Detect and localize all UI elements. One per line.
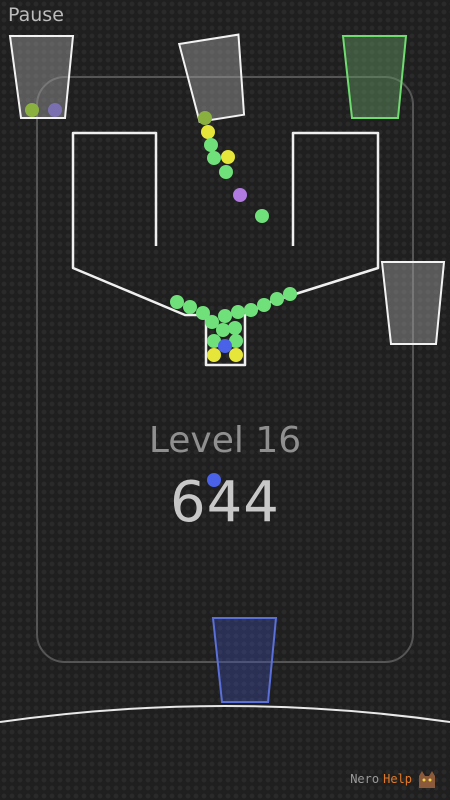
watermark-text-part1: Nero <box>350 772 380 786</box>
cup-right <box>380 261 446 345</box>
cup-top-center <box>177 33 246 123</box>
ball <box>207 151 221 165</box>
ball <box>207 348 221 362</box>
ball <box>183 300 197 314</box>
score-counter: 644 <box>170 470 280 535</box>
ball <box>218 309 232 323</box>
ball <box>25 103 39 117</box>
game-board[interactable] <box>0 0 450 800</box>
level-label: Level 16 <box>148 420 302 461</box>
settled-balls <box>170 287 297 362</box>
ball <box>48 103 62 117</box>
ball <box>216 323 230 337</box>
ball <box>257 298 271 312</box>
ball <box>255 209 269 223</box>
ball <box>204 138 218 152</box>
ball <box>244 303 258 317</box>
ball <box>228 321 242 335</box>
ball <box>201 125 215 139</box>
cup-top-left <box>8 35 75 119</box>
ball <box>229 348 243 362</box>
falling-balls <box>198 111 269 223</box>
watermark: Nero Help <box>350 766 438 792</box>
ball <box>198 111 212 125</box>
ground-curve <box>0 705 450 723</box>
ball <box>219 165 233 179</box>
ball <box>221 150 235 164</box>
ball <box>233 188 247 202</box>
cat-logo-icon <box>419 771 435 788</box>
cup-top-right-green <box>341 35 408 119</box>
ball <box>231 305 245 319</box>
watermark-text-part2: Help <box>383 772 412 786</box>
ball <box>270 292 284 306</box>
ball <box>283 287 297 301</box>
playfield-frame <box>36 76 414 663</box>
ball <box>170 295 184 309</box>
ball <box>218 339 232 353</box>
cup-bottom-blue <box>211 617 278 703</box>
